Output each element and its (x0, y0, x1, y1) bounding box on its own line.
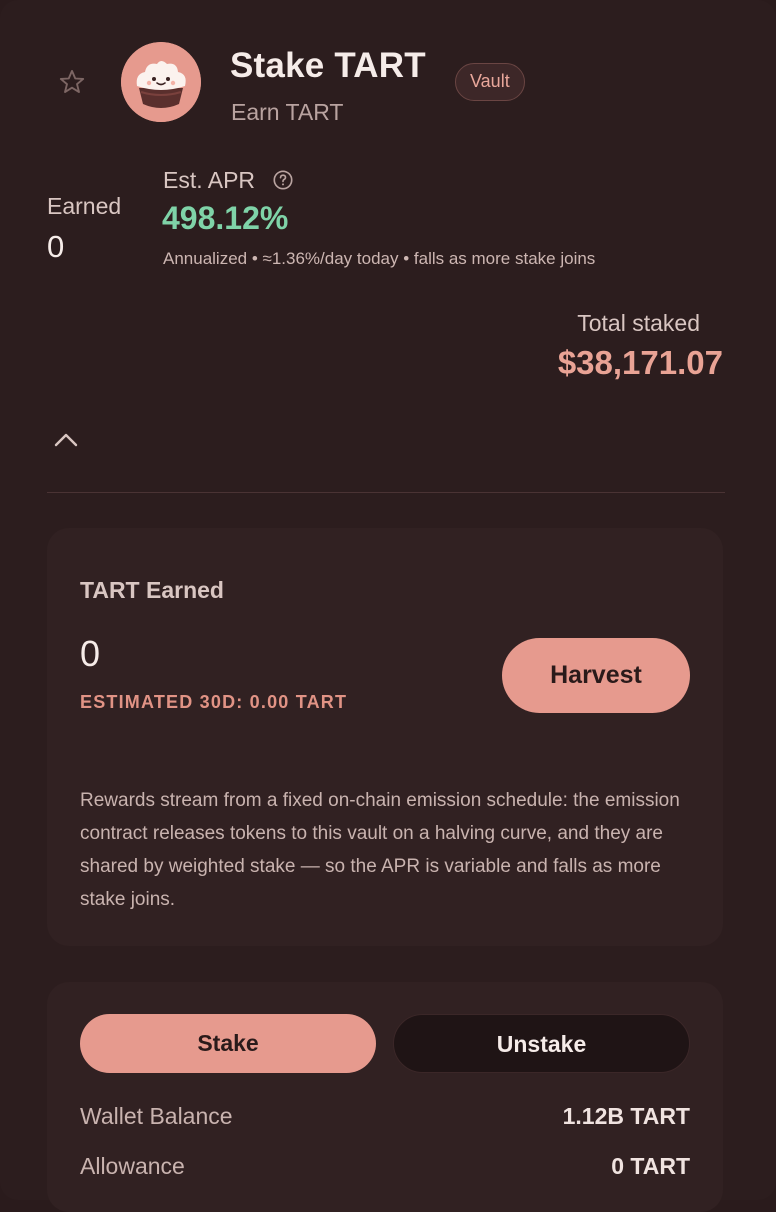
estimated-30d: ESTIMATED 30D: 0.00 TART (80, 692, 348, 712)
total-staked-value: $38,171.07 (557, 344, 723, 381)
total-staked-label: Total staked (577, 310, 700, 336)
star-icon[interactable] (58, 68, 86, 96)
page-subtitle: Earn TART (231, 99, 344, 125)
allowance-value: 0 TART (611, 1153, 690, 1179)
vault-card: Stake TART Earn TART Vault Earned 0 Est.… (0, 0, 776, 1212)
rewards-description: Rewards stream from a fixed on-chain emi… (80, 790, 680, 910)
vault-badge: Vault (455, 63, 525, 101)
apr-value: 498.12% (162, 200, 289, 236)
earned-label: Earned (47, 193, 122, 219)
page-title: Stake TART (230, 46, 426, 85)
tart-token-icon (121, 42, 201, 122)
earned-panel-title: TART Earned (80, 577, 224, 603)
tab-stake[interactable]: Stake (80, 1014, 376, 1073)
stake-panel: Stake Unstake Wallet Balance 1.12B TART … (47, 982, 723, 1212)
apr-label: Est. APR (163, 167, 256, 193)
chevron-up-icon[interactable] (52, 428, 80, 452)
earned-value: 0 (47, 229, 65, 264)
harvest-button[interactable]: Harvest (502, 638, 690, 713)
section-divider (47, 492, 725, 493)
tab-unstake[interactable]: Unstake (393, 1014, 690, 1073)
help-circle-icon[interactable] (272, 169, 294, 191)
earned-panel-value: 0 (80, 633, 101, 674)
allowance-label: Allowance (80, 1153, 185, 1179)
wallet-balance-value: 1.12B TART (562, 1103, 690, 1129)
apr-note: Annualized • ≈1.36%/day today • falls as… (163, 249, 596, 268)
earned-panel: TART Earned 0 ESTIMATED 30D: 0.00 TART H… (47, 528, 723, 946)
wallet-balance-label: Wallet Balance (80, 1103, 233, 1129)
